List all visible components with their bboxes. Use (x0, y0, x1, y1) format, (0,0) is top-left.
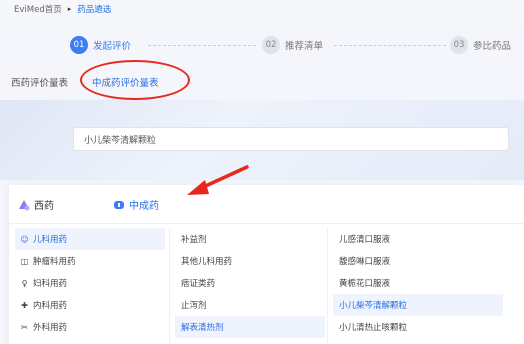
tumor-icon: ◫ (20, 256, 29, 266)
subcategory-item[interactable]: 其他儿科用药 (175, 250, 325, 272)
top-bar: EviMed首页 ▸ 药品遴选 (0, 0, 524, 20)
step-1[interactable]: 01 发起评价 (70, 36, 131, 54)
annotation-arrow-icon (187, 165, 249, 195)
step-3[interactable]: 03 参比药品 (450, 36, 511, 54)
drug-type-chinese-label: 中成药 (129, 201, 159, 212)
step-1-label: 发起评价 (93, 41, 132, 52)
breadcrumb-home[interactable]: EviMed首页 (14, 3, 62, 15)
drug-type-western[interactable]: 西药 (18, 197, 54, 212)
annotation-circle (80, 60, 190, 100)
subcategory-item[interactable]: 止泻剂 (175, 294, 325, 316)
search-box[interactable] (73, 127, 509, 151)
category-label: 肿瘤科用药 (33, 257, 76, 267)
product-item[interactable]: 儿感清口服液 (333, 228, 503, 250)
child-icon: ☺ (20, 234, 29, 244)
subcategory-item-selected[interactable]: 解表清热剂 (175, 316, 325, 338)
drug-type-bar: 西药 中成药 (9, 185, 524, 224)
step-3-number: 03 (450, 36, 468, 54)
breadcrumb-separator-icon: ▸ (67, 5, 72, 13)
surgery-icon: ✂ (21, 322, 28, 332)
step-2[interactable]: 02 推荐清单 (262, 36, 323, 54)
category-item-pediatric[interactable]: ☺ 儿科用药 (15, 228, 165, 250)
category-label: 外科用药 (33, 323, 68, 333)
breadcrumb-current: 药品遴选 (77, 5, 112, 15)
category-item-oncology[interactable]: ◫ 肿瘤科用药 (15, 250, 165, 272)
column-divider (169, 228, 170, 344)
category-list: ☺ 儿科用药 ◫ 肿瘤科用药 ♀ 妇科用药 ✚ 内科用药 ✂ 外科用药 (15, 228, 165, 338)
product-item[interactable]: 黄栀花口服液 (333, 272, 503, 294)
category-label: 妇科用药 (33, 279, 68, 289)
step-divider (334, 45, 446, 46)
column-divider (327, 228, 328, 344)
tab-western-scale[interactable]: 西药评价量表 (11, 75, 68, 89)
step-progress: 01 发起评价 02 推荐清单 03 参比药品 (70, 36, 524, 56)
product-item[interactable]: 馥感啉口服液 (333, 250, 503, 272)
subcategory-item[interactable]: 痞证类药 (175, 272, 325, 294)
step-3-label: 参比药品 (473, 41, 512, 52)
breadcrumb: EviMed首页 ▸ 药品遴选 (14, 3, 111, 15)
category-label: 内科用药 (33, 301, 68, 311)
drug-type-western-label: 西药 (34, 201, 54, 212)
gynecology-icon: ♀ (21, 278, 28, 288)
chinese-medicine-icon (114, 200, 124, 209)
drug-category-panel: 西药 中成药 ☺ 儿科用药 ◫ 肿瘤科用药 ♀ 妇科用药 ✚ 内科用药 ✂ 外科… (9, 185, 524, 344)
internal-medicine-icon: ✚ (21, 300, 28, 310)
step-divider (148, 45, 256, 46)
drug-type-chinese[interactable]: 中成药 (113, 197, 159, 212)
step-1-number: 01 (70, 36, 88, 54)
product-item[interactable]: 小儿清热止咳颗粒 (333, 316, 503, 338)
category-item-surgery[interactable]: ✂ 外科用药 (15, 316, 165, 338)
subcategory-item[interactable]: 补益剂 (175, 228, 325, 250)
product-list: 儿感清口服液 馥感啉口服液 黄栀花口服液 小儿柴芩清解颗粒 小儿清热止咳颗粒 (333, 228, 503, 338)
category-item-internal[interactable]: ✚ 内科用药 (15, 294, 165, 316)
subcategory-list: 补益剂 其他儿科用药 痞证类药 止泻剂 解表清热剂 (175, 228, 325, 338)
product-item-selected[interactable]: 小儿柴芩清解颗粒 (333, 294, 503, 316)
category-label: 儿科用药 (33, 235, 68, 245)
search-input[interactable] (74, 128, 508, 150)
western-drug-icon (19, 199, 30, 210)
step-2-number: 02 (262, 36, 280, 54)
step-2-label: 推荐清单 (285, 41, 324, 52)
category-item-gynecology[interactable]: ♀ 妇科用药 (15, 272, 165, 294)
